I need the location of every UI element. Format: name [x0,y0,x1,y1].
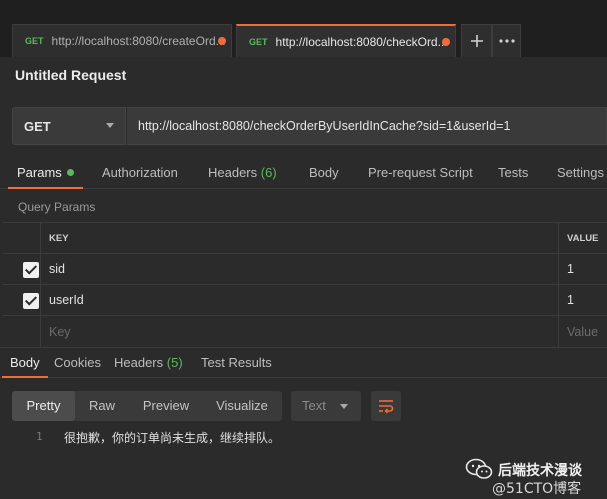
checkbox[interactable] [23,293,39,309]
response-body-line: 1 很抱歉，你的订单尚未生成，继续排队。 [0,428,607,448]
method-value: GET [24,118,51,134]
param-value[interactable]: 1 [559,254,607,284]
line-number: 1 [36,430,43,443]
row-check-cell [3,316,41,347]
param-value-input[interactable]: Value [559,316,607,347]
query-params-label: Query Params [18,200,96,214]
checkbox[interactable] [23,262,39,278]
wrap-lines-icon [379,400,394,414]
method-select[interactable]: GET [12,107,126,145]
new-tab-button[interactable] [461,24,492,57]
wechat-icon [465,458,493,479]
tab-method: GET [249,36,268,47]
param-value[interactable]: 1 [559,285,607,315]
status-dot-icon [66,169,74,176]
tab-settings[interactable]: Settings [557,157,604,189]
row-check-cell [3,285,41,315]
plus-icon [470,35,483,47]
tab-headers[interactable]: Headers (6) [208,157,277,189]
request-tab[interactable]: GET http://localhost:8080/createOrd... [12,24,232,57]
format-raw-button[interactable]: Raw [78,391,126,421]
tab-params[interactable]: Params [8,157,83,189]
format-pretty-button[interactable]: Pretty [12,391,75,421]
ellipsis-icon [498,39,515,43]
row-check-cell [3,254,41,284]
request-tab-active[interactable]: GET http://localhost:8080/checkOrd... [236,24,456,57]
tab-headers-label: Headers [208,165,258,180]
unsaved-dot-icon [442,38,450,46]
response-type-select[interactable]: Text [291,391,361,421]
tab-authorization[interactable]: Authorization [102,157,178,189]
response-headers-count: (5) [166,355,183,370]
watermark-name: 后端技术漫谈 [498,463,582,479]
tab-test-results[interactable]: Test Results [201,348,272,378]
table-row-empty: Key Value [3,316,607,347]
param-key[interactable]: userId [41,285,559,315]
tab-response-body[interactable]: Body [2,348,48,378]
tab-body[interactable]: Body [309,157,339,189]
tab-response-headers[interactable]: Headers (5) [114,348,183,378]
header-check-cell [3,223,41,253]
tab-params-label: Params [17,165,62,180]
tab-cookies[interactable]: Cookies [54,348,101,378]
table-header-row: KEY VALUE [3,223,607,254]
tab-prerequest-script[interactable]: Pre-request Script [368,157,473,189]
watermark-site: @51CTO博客 [492,481,582,497]
response-tabs: Body Cookies Headers (5) Test Results [0,347,607,378]
chevron-down-icon [340,404,348,409]
table-row: sid 1 [3,254,607,285]
column-header-key: KEY [41,223,559,253]
response-body-text[interactable]: 很抱歉，你的订单尚未生成，继续排队。 [64,429,280,446]
format-preview-button[interactable]: Preview [132,391,200,421]
url-value: http://localhost:8080/checkOrderByUserId… [138,119,511,133]
query-params-table: KEY VALUE sid 1 userId 1 Key Value [3,222,607,347]
request-tab-strip: GET http://localhost:8080/createOrd... G… [0,0,607,57]
response-type-value: Text [302,398,326,413]
tab-url: http://localhost:8080/createOrd... [51,34,226,48]
request-tabs: Params Authorization Headers (6) Body Pr… [0,157,607,189]
tab-options-button[interactable] [492,24,521,57]
chevron-down-icon [106,123,114,128]
headers-count: (6) [260,165,277,180]
url-input[interactable]: http://localhost:8080/checkOrderByUserId… [127,107,607,145]
request-title[interactable]: Untitled Request [15,67,126,83]
param-key[interactable]: sid [41,254,559,284]
tab-url: http://localhost:8080/checkOrd... [275,34,448,49]
tab-response-headers-label: Headers [114,355,164,370]
watermark: 后端技术漫谈 @51CTO博客 [462,456,607,499]
unsaved-dot-icon [218,37,226,45]
column-header-value: VALUE [567,232,599,244]
tab-method: GET [25,36,44,46]
tab-tests[interactable]: Tests [498,157,528,189]
param-key-input[interactable]: Key [41,316,559,347]
wrap-lines-button[interactable] [371,391,401,421]
table-row: userId 1 [3,285,607,316]
format-bar: Pretty Raw Preview Visualize [12,391,282,421]
format-visualize-button[interactable]: Visualize [206,391,278,421]
